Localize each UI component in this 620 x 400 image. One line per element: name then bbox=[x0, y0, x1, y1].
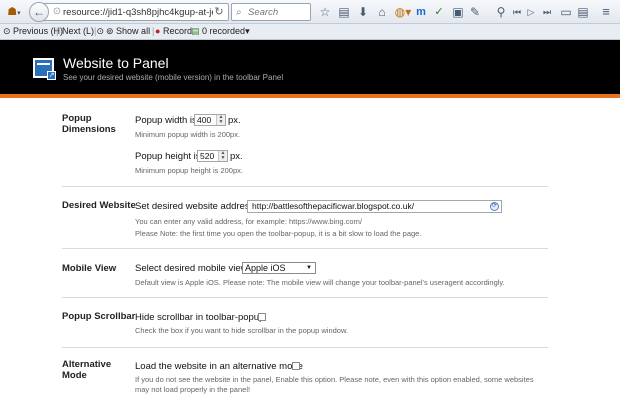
scrollbar-hint: Check the box if you want to hide scroll… bbox=[135, 326, 349, 335]
record-icon: ● bbox=[155, 26, 161, 36]
alternative-mode-hint: If you do not see the website in the pan… bbox=[135, 375, 534, 384]
recorded-dropdown[interactable]: ▤ 0 recorded▾ bbox=[191, 24, 250, 39]
popup-height-hint: Minimum popup height is 200px. bbox=[135, 166, 243, 175]
media-icon[interactable]: ⏮ bbox=[510, 4, 524, 20]
v-extension-icon[interactable]: ✓ bbox=[432, 4, 446, 20]
forward-icon[interactable]: ⏭ bbox=[540, 4, 554, 20]
alternative-mode-label: Load the website in an alternative mode bbox=[135, 361, 303, 372]
page-header: ↗ Website to Panel See your desired webs… bbox=[0, 40, 620, 98]
panel-icon[interactable]: ▭ bbox=[559, 4, 573, 20]
url-text: resource://jid1-q3sh8pjhc4kgup-at-jetpac… bbox=[63, 7, 213, 18]
separator: | bbox=[152, 26, 155, 36]
note-icon[interactable]: ▣ bbox=[451, 4, 465, 20]
search-icon: ⌕ bbox=[236, 7, 242, 18]
m-extension-icon[interactable]: m bbox=[414, 4, 428, 20]
site-identity-icon[interactable]: ⊙ bbox=[51, 6, 63, 18]
app-menu-button[interactable]: ☗▾ bbox=[3, 4, 25, 20]
sidebar-icon[interactable]: ▤ bbox=[576, 4, 590, 20]
section-divider bbox=[62, 347, 548, 348]
popup-height-label: Popup height is bbox=[135, 151, 201, 162]
mobile-view-hint: Default view is Apple iOS. Please note: … bbox=[135, 278, 505, 287]
popup-width-label: Popup width is bbox=[135, 115, 197, 126]
separator: | bbox=[94, 26, 97, 36]
dropdown-arrow-icon: ▼ bbox=[306, 265, 312, 271]
find-toolbar: ⊙ Previous (H) | Next (L) ⊙ | ⊚ Show all… bbox=[0, 24, 620, 40]
spellcheck-icon[interactable]: ⟳ bbox=[490, 202, 499, 211]
page-subtitle: See your desired website (mobile version… bbox=[63, 73, 284, 82]
url-bar[interactable]: ⊙ resource://jid1-q3sh8pjhc4kgup-at-jetp… bbox=[43, 3, 229, 21]
popup-width-hint: Minimum popup width is 200px. bbox=[135, 130, 241, 139]
download-icon[interactable]: ⬇ bbox=[356, 4, 370, 20]
edit-icon[interactable]: ✎ bbox=[468, 4, 482, 20]
website-hint: You can enter any valid address, for exa… bbox=[135, 217, 362, 226]
mobile-view-selected: Apple iOS bbox=[245, 263, 286, 273]
section-label: Popup Scrollbar bbox=[62, 311, 136, 322]
show-all-button[interactable]: ⊚ Show all bbox=[106, 24, 150, 39]
home-icon[interactable]: ⌂ bbox=[375, 4, 389, 20]
hide-scrollbar-label: Hide scrollbar in toolbar-popup bbox=[135, 312, 265, 323]
previous-button[interactable]: ⊙ Previous (H) bbox=[3, 24, 63, 39]
popup-height-unit: px. bbox=[230, 151, 243, 162]
section-label: Dimensions bbox=[62, 124, 116, 135]
back-button[interactable]: ← bbox=[29, 2, 49, 22]
section-divider bbox=[62, 186, 548, 187]
spinner-arrows-icon[interactable]: ▲ ▼ bbox=[218, 151, 227, 161]
popup-width-value: 400 bbox=[197, 115, 212, 125]
website-note: Please Note: the first time you open the… bbox=[135, 229, 422, 238]
page-title: Website to Panel bbox=[63, 55, 169, 71]
separator: | bbox=[56, 26, 59, 36]
bookmark-star-icon[interactable]: ☆ bbox=[318, 4, 332, 20]
zoom-icon[interactable]: ⚲ bbox=[494, 4, 508, 20]
settings-form: Popup Dimensions Popup width is 400 ▲ ▼ p… bbox=[0, 102, 620, 400]
section-label: Mode bbox=[62, 370, 87, 381]
browser-toolbar: ☗▾ ⊙ resource://jid1-q3sh8pjhc4kgup-at-j… bbox=[0, 0, 620, 24]
popup-width-unit: px. bbox=[228, 115, 241, 126]
popup-height-value: 520 bbox=[200, 151, 215, 161]
bookmarks-list-icon[interactable]: ▤ bbox=[337, 4, 351, 20]
hamburger-menu-icon[interactable]: ≡ bbox=[598, 4, 614, 20]
section-label: Popup bbox=[62, 113, 92, 124]
website-address-label: Set desired website address: bbox=[135, 201, 257, 212]
next-button[interactable]: Next (L) ⊙ bbox=[62, 24, 104, 39]
section-divider bbox=[62, 248, 548, 249]
search-box[interactable]: ⌕ bbox=[231, 3, 311, 21]
popup-width-input[interactable]: 400 ▲ ▼ bbox=[194, 114, 226, 126]
section-label: Alternative bbox=[62, 359, 112, 370]
website-address-value: http://battlesofthepacificwar.blogspot.c… bbox=[252, 201, 415, 211]
alternative-mode-checkbox[interactable] bbox=[292, 362, 300, 370]
play-icon[interactable]: ▷ bbox=[525, 4, 537, 20]
section-divider bbox=[62, 297, 548, 298]
website-address-input[interactable]: http://battlesofthepacificwar.blogspot.c… bbox=[247, 200, 502, 213]
reload-icon[interactable]: ↻ bbox=[213, 5, 225, 19]
spinner-arrows-icon[interactable]: ▲ ▼ bbox=[216, 115, 225, 125]
search-input[interactable] bbox=[248, 5, 308, 19]
alternative-mode-warning: may not load properly in the panel! bbox=[135, 385, 251, 394]
popup-height-input[interactable]: 520 ▲ ▼ bbox=[197, 150, 228, 162]
section-label: Mobile View bbox=[62, 263, 117, 274]
section-label: Desired Website bbox=[62, 200, 136, 211]
recorded-icon: ▤ bbox=[191, 26, 200, 36]
extension-icon[interactable]: ◍▾ bbox=[394, 4, 412, 20]
record-button[interactable]: ● Record bbox=[155, 24, 192, 39]
mobile-view-select[interactable]: Apple iOS ▼ bbox=[242, 262, 316, 274]
logo-arrow-icon: ↗ bbox=[47, 71, 56, 80]
mobile-view-label: Select desired mobile view: bbox=[135, 263, 251, 274]
hide-scrollbar-checkbox[interactable] bbox=[258, 313, 266, 321]
